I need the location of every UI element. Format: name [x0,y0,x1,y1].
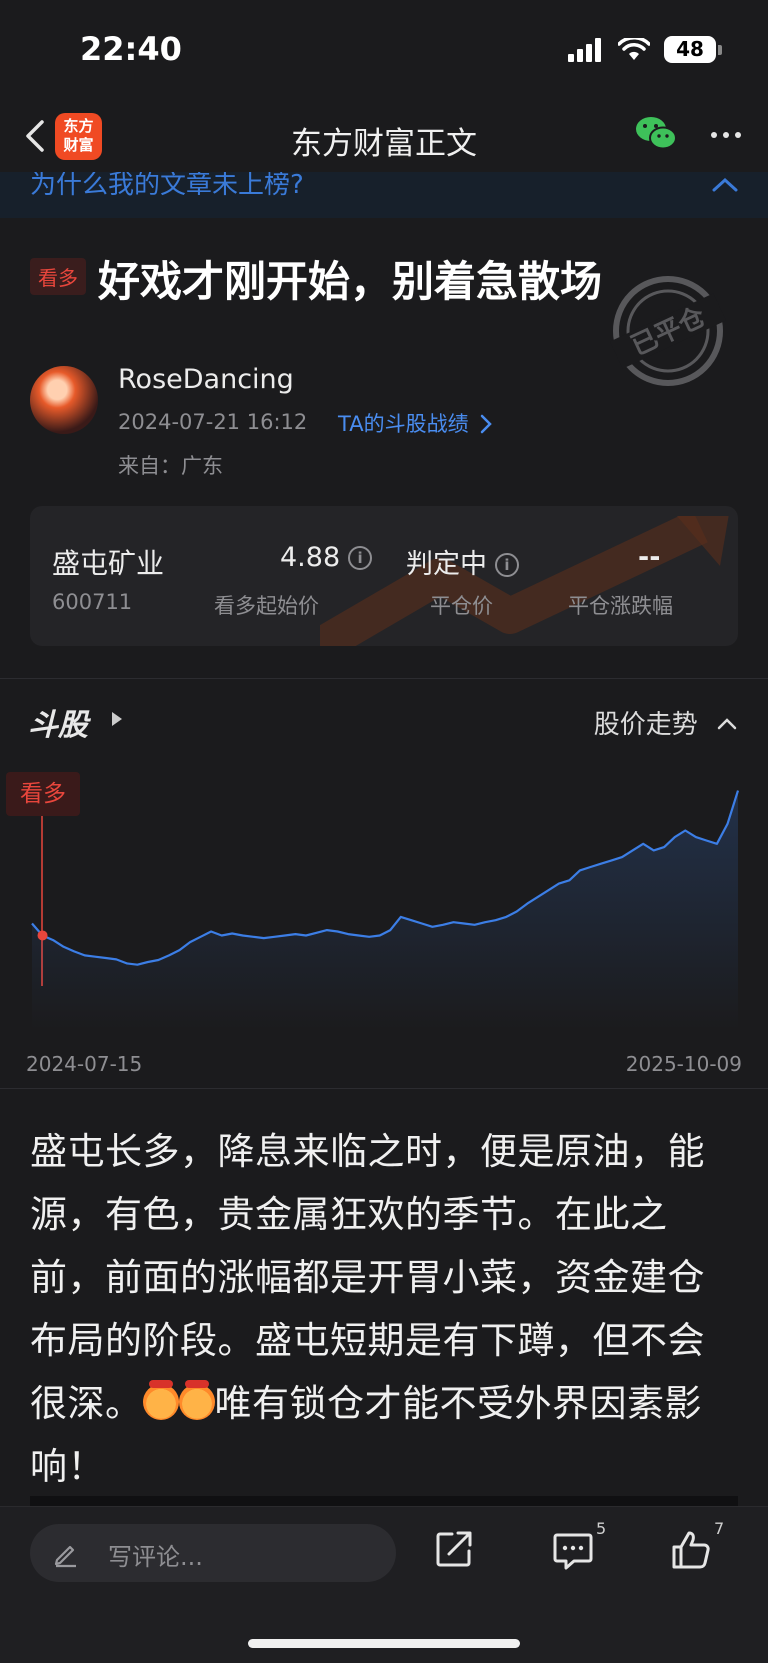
info-icon[interactable]: i [348,546,373,570]
close-price-label: 平仓价 [430,594,493,618]
thumbs-up-icon[interactable] [670,1529,712,1571]
rising-arrow-decoration [320,516,729,646]
wechat-icon[interactable] [634,114,678,154]
status-bar: 22:40 48 [0,0,768,100]
battery-indicator: 48 [664,36,722,63]
comment-icon[interactable] [552,1529,594,1571]
share-icon[interactable] [434,1529,474,1569]
post-date: 2024-07-21 16:12 [118,410,308,434]
nav-bar: 东方 财富 东方财富正文 [0,100,768,180]
stock-code: 600711 [52,590,133,614]
comment-placeholder: 写评论... [108,1543,203,1571]
author-block: RoseDancing 2024-07-21 16:12 TA的斗股战绩 来自：… [30,364,730,478]
author-name[interactable]: RoseDancing [118,364,294,395]
close-change-label: 平仓涨跌幅 [568,594,673,618]
doustock-logo[interactable]: 斗股 [28,700,88,744]
angry-face-emoji [142,1380,179,1420]
info-icon[interactable]: i [495,553,519,577]
x-axis-end-date: 2025-10-09 [625,1052,742,1076]
bullish-tag: 看多 [30,258,86,295]
more-dots-icon[interactable] [706,120,746,150]
article-title: 好戏才刚开始，别着急散场 [98,257,603,306]
pencil-icon [54,1545,76,1568]
price-chart-svg [31,790,740,1030]
comment-count: 5 [596,1519,607,1538]
content-fade [30,1496,738,1506]
stock-name: 盛屯矿业 [52,547,165,580]
bullish-start-point [37,930,48,941]
start-price: 4.88 i [280,542,373,573]
price-chart[interactable]: 看多 2024-07-15 2025-10-09 [0,760,768,1076]
home-indicator [248,1639,520,1648]
x-axis-start-date: 2024-07-15 [26,1052,143,1076]
chevron-up-icon [717,718,737,730]
stock-card[interactable]: 盛屯矿业 600711 4.88 i 看多起始价 判定中 i 平仓价 -- 平仓涨跌… [30,506,738,646]
signal-icon [568,37,601,62]
ranking-promo-banner[interactable]: 为什么我的文章未上榜? [0,172,768,218]
price-trend-label: 股价走势 [593,710,698,740]
price-area-fill [32,790,738,1030]
price-trend-toggle[interactable]: 股价走势 [594,704,738,741]
trading-record-link[interactable]: TA的斗股战绩 [338,408,493,438]
wifi-icon [618,37,650,60]
comment-input[interactable]: 写评论... [30,1524,396,1582]
divider [0,1088,768,1089]
angry-face-emoji [178,1380,215,1420]
chevron-right-icon [481,414,493,434]
close-change-value: -- [638,542,661,573]
divider [0,678,768,679]
author-avatar[interactable] [30,366,98,434]
bottom-action-bar: 写评论... 5 7 [0,1506,768,1663]
article-body-text: 盛屯长多，降息来临之时，便是原油，能源，有色，贵金属狂欢的季节。在此之前，前面的… [30,1130,705,1425]
status-time: 22:40 [80,30,182,68]
status-icons: 48 [568,36,722,63]
svg-text:已平仓: 已平仓 [626,301,711,362]
chevron-up-icon[interactable] [710,176,740,196]
judgement-status: 判定中 i [406,542,519,581]
post-origin: 来自：广东 [118,454,223,478]
like-count: 7 [714,1519,725,1538]
bullish-marker-label: 看多 [6,772,80,816]
start-price-value: 4.88 [280,542,341,573]
judgement-status-value: 判定中 [406,549,487,580]
start-price-label: 看多起始价 [214,594,319,618]
chart-header: 斗股 股价走势 [0,696,768,746]
promo-text: 为什么我的文章未上榜? [30,172,304,200]
article-body: 盛屯长多，降息来临之时，便是原油，能源，有色，贵金属狂欢的季节。在此之前，前面的… [30,1120,742,1498]
play-icon[interactable] [112,712,122,726]
trading-record-label: TA的斗股战绩 [338,412,469,436]
